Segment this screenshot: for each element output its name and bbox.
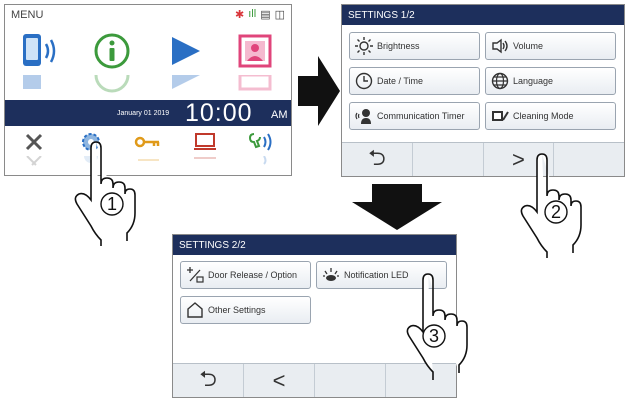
recording-list-icon-reflection: [231, 75, 279, 93]
arrow-down-icon: [352, 184, 442, 230]
play-icon[interactable]: [160, 30, 208, 72]
nav-empty-3: [315, 364, 386, 397]
brightness-label: Brightness: [377, 41, 420, 51]
cleaning-mode-label: Cleaning Mode: [513, 111, 574, 121]
back-arrow-icon-2: ⮌: [199, 365, 217, 391]
date-time-label: Date / Time: [377, 76, 424, 86]
step-3-number: 3: [429, 326, 439, 346]
door-release-label: Door Release / Option: [208, 270, 298, 280]
close-icon-reflection: [14, 156, 54, 174]
document-icon: ▤: [260, 9, 271, 21]
home-icon: [186, 301, 204, 319]
ampm-display: AM: [271, 109, 288, 121]
notification-led-icon: [322, 266, 340, 284]
globe-icon: [491, 72, 509, 90]
status-icons: ✱ ıll ▤ ◫: [235, 8, 285, 21]
prev-arrow-icon: <: [272, 367, 286, 393]
recording-icon: ◫: [274, 9, 285, 21]
volume-icon: [491, 37, 509, 55]
back-arrow-icon: ⮌: [368, 144, 386, 170]
language-label: Language: [513, 76, 554, 86]
other-settings-button[interactable]: Other Settings: [180, 296, 311, 324]
other-settings-label: Other Settings: [208, 305, 266, 315]
info-icon-reflection: [88, 75, 136, 93]
clock-icon: [355, 72, 373, 90]
menu-title: MENU: [11, 9, 44, 21]
brightness-button[interactable]: Brightness: [349, 32, 480, 60]
monitor-icon[interactable]: [185, 130, 225, 154]
settings-1-title: SETTINGS 1/2: [342, 5, 624, 25]
intercom-icon[interactable]: [17, 30, 65, 72]
bottom-icon-reflection: [5, 156, 291, 174]
talk-icon-reflection: [242, 156, 282, 174]
step-1-number: 1: [107, 194, 117, 214]
menu-icon-reflection: [5, 75, 291, 93]
signal-icon: ıll: [248, 8, 257, 20]
cleaning-mode-button[interactable]: Cleaning Mode: [485, 102, 616, 130]
volume-label: Volume: [513, 41, 544, 51]
back-button[interactable]: ⮌: [342, 143, 413, 176]
intercom-icon-reflection: [17, 75, 65, 93]
brightness-icon: [355, 37, 373, 55]
communication-timer-label: Communication Timer: [377, 111, 465, 121]
talk-icon[interactable]: [242, 130, 282, 154]
arrow-right-icon: [298, 56, 340, 126]
play-icon-reflection: [160, 75, 208, 93]
bottom-icon-row: [5, 128, 291, 156]
volume-button[interactable]: Volume: [485, 32, 616, 60]
clock-bar: January 01 2019 10:00 AM: [5, 100, 291, 126]
recording-list-icon[interactable]: [231, 30, 279, 72]
settings-2-title: SETTINGS 2/2: [173, 235, 456, 255]
door-release-button[interactable]: Door Release / Option: [180, 261, 311, 289]
language-button[interactable]: Language: [485, 67, 616, 95]
communication-timer-button[interactable]: Communication Timer: [349, 102, 480, 130]
date-display: January 01 2019: [117, 110, 170, 117]
hand-pointer-icon-step-1: 1: [74, 141, 136, 246]
door-release-icon: [186, 266, 204, 284]
close-icon[interactable]: [14, 130, 54, 154]
hand-pointer-icon-step-2: 2: [520, 153, 582, 258]
time-display: 10:00: [185, 99, 253, 127]
mute-icon: ✱: [235, 9, 245, 21]
step-2-number: 2: [551, 202, 561, 222]
prev-page-button[interactable]: <: [244, 364, 315, 397]
nav-empty-1: [413, 143, 484, 176]
communication-timer-icon: [355, 107, 373, 125]
hand-pointer-icon-step-3: 3: [406, 273, 468, 380]
menu-icon-row: [5, 27, 291, 75]
menu-screen: MENU ✱ ıll ▤ ◫ January 01 2019 10:00 AM: [4, 4, 292, 176]
cleaning-mode-icon: [491, 107, 509, 125]
monitor-icon-reflection: [185, 156, 225, 174]
date-time-button[interactable]: Date / Time: [349, 67, 480, 95]
info-icon[interactable]: [88, 30, 136, 72]
back-button-2[interactable]: ⮌: [173, 364, 244, 397]
